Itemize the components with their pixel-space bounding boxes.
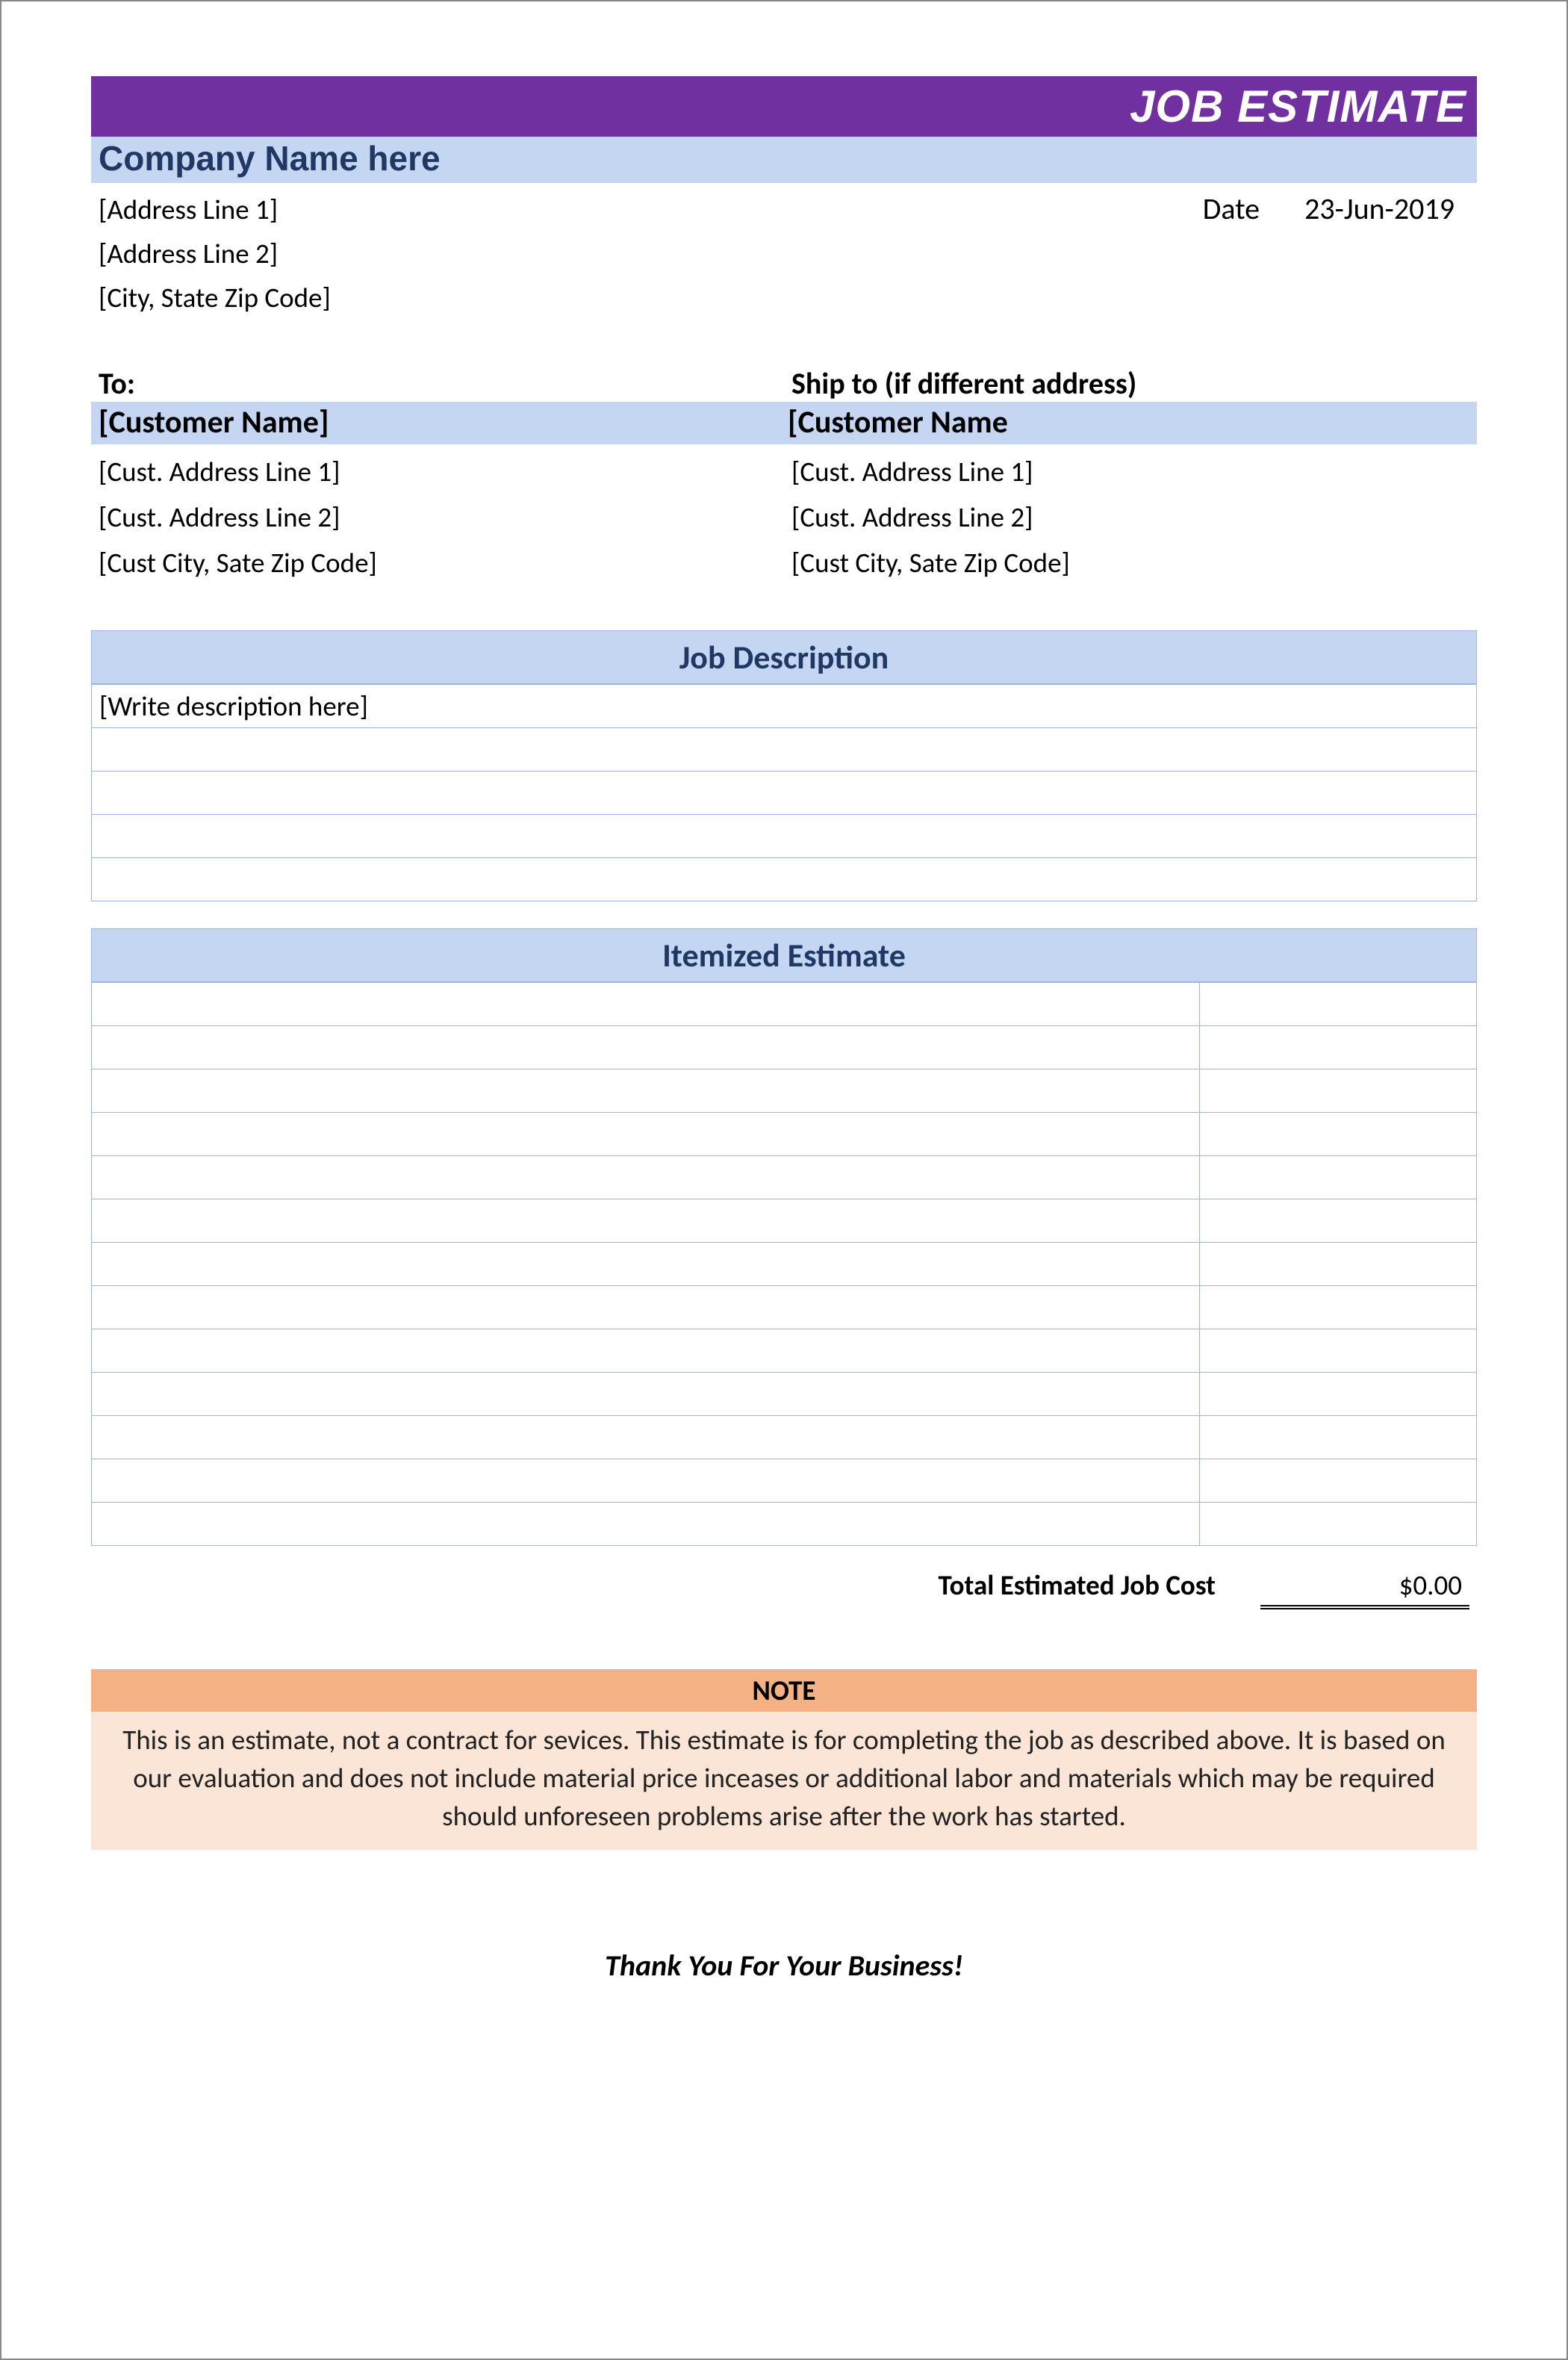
item-amount-cell[interactable] (1200, 982, 1477, 1025)
total-row: Total Estimated Job Cost $0.00 (91, 1568, 1477, 1609)
item-amount-cell[interactable] (1200, 1025, 1477, 1069)
item-desc-cell[interactable] (92, 1242, 1200, 1285)
item-amount-cell[interactable] (1200, 1199, 1477, 1242)
job-description-row[interactable] (92, 727, 1477, 771)
item-desc-cell[interactable] (92, 1199, 1200, 1242)
ship-to-address-line-2: [Cust. Address Line 2] (791, 494, 1477, 540)
job-description-table: [Write description here] (91, 684, 1477, 901)
item-amount-cell[interactable] (1200, 1112, 1477, 1155)
to-customer-name: [Customer Name] (99, 403, 788, 441)
company-address-block: [Address Line 1] [Address Line 2] [City,… (91, 187, 331, 320)
to-label: To: (91, 365, 784, 402)
item-desc-cell[interactable] (92, 1112, 1200, 1155)
item-desc-cell[interactable] (92, 1155, 1200, 1199)
item-desc-cell[interactable] (92, 1502, 1200, 1545)
item-amount-cell[interactable] (1200, 1069, 1477, 1112)
item-desc-cell[interactable] (92, 1025, 1200, 1069)
item-amount-cell[interactable] (1200, 1285, 1477, 1329)
note-header: NOTE (91, 1669, 1477, 1712)
item-desc-cell[interactable] (92, 1372, 1200, 1415)
itemized-estimate-table (91, 982, 1477, 1546)
job-estimate-page: JOB ESTIMATE Company Name here [Address … (0, 0, 1568, 2360)
note-body: This is an estimate, not a contract for … (91, 1712, 1477, 1850)
ship-to-customer-name: [Customer Name (788, 403, 1477, 441)
ship-to-address-line-1: [Cust. Address Line 1] (791, 449, 1477, 494)
ship-to-city-state-zip: [Cust City, Sate Zip Code] (791, 540, 1477, 586)
item-desc-cell[interactable] (92, 1285, 1200, 1329)
to-city-state-zip: [Cust City, Sate Zip Code] (99, 540, 784, 586)
job-description-row[interactable] (92, 771, 1477, 814)
company-city-state-zip: [City, State Zip Code] (99, 276, 331, 320)
date-label: Date (1203, 190, 1260, 227)
item-desc-cell[interactable] (92, 1459, 1200, 1502)
item-desc-cell[interactable] (92, 1069, 1200, 1112)
job-description-header: Job Description (91, 630, 1477, 684)
company-name-bar: Company Name here (91, 137, 1477, 183)
to-address-block: [Cust. Address Line 1] [Cust. Address Li… (91, 444, 784, 586)
thank-you-message: Thank You For Your Business! (91, 1947, 1477, 1984)
ship-to-label: Ship to (if different address) (784, 365, 1477, 402)
company-address-line-1: [Address Line 1] (99, 187, 331, 232)
item-desc-cell[interactable] (92, 1415, 1200, 1459)
total-label: Total Estimated Job Cost (939, 1568, 1261, 1602)
total-value: $0.00 (1260, 1568, 1469, 1609)
itemized-estimate-header: Itemized Estimate (91, 928, 1477, 982)
item-amount-cell[interactable] (1200, 1502, 1477, 1545)
to-address-line-2: [Cust. Address Line 2] (99, 494, 784, 540)
job-description-row[interactable] (92, 857, 1477, 901)
job-description-row[interactable] (92, 814, 1477, 857)
title-bar: JOB ESTIMATE (91, 76, 1477, 137)
customer-name-bar: [Customer Name] [Customer Name (91, 402, 1477, 444)
date-block: Date 23-Jun-2019 (1203, 187, 1477, 227)
job-description-row[interactable]: [Write description here] (92, 684, 1477, 727)
document-title: JOB ESTIMATE (1130, 81, 1466, 131)
item-amount-cell[interactable] (1200, 1242, 1477, 1285)
item-amount-cell[interactable] (1200, 1372, 1477, 1415)
item-amount-cell[interactable] (1200, 1329, 1477, 1372)
item-amount-cell[interactable] (1200, 1155, 1477, 1199)
item-amount-cell[interactable] (1200, 1459, 1477, 1502)
company-name: Company Name here (99, 139, 441, 178)
to-address-line-1: [Cust. Address Line 1] (99, 449, 784, 494)
company-address-line-2: [Address Line 2] (99, 232, 331, 276)
item-desc-cell[interactable] (92, 982, 1200, 1025)
date-value: 23-Jun-2019 (1304, 190, 1455, 227)
item-amount-cell[interactable] (1200, 1415, 1477, 1459)
item-desc-cell[interactable] (92, 1329, 1200, 1372)
ship-to-address-block: [Cust. Address Line 1] [Cust. Address Li… (784, 444, 1477, 586)
